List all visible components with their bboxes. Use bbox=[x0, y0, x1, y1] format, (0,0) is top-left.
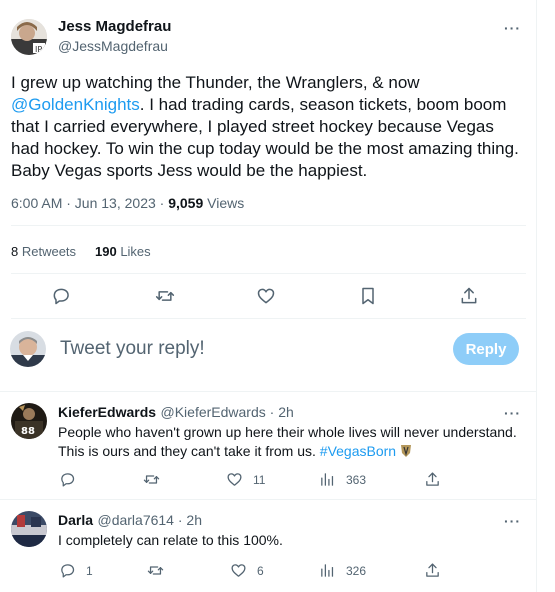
views-icon[interactable] bbox=[318, 470, 336, 488]
vgk-shield-icon bbox=[400, 444, 412, 463]
view-count: 326 bbox=[346, 564, 367, 578]
reply-icon[interactable] bbox=[58, 470, 76, 488]
reply-icon[interactable] bbox=[58, 561, 76, 579]
more-options-icon[interactable]: ··· bbox=[504, 405, 521, 421]
retweets-stat[interactable]: 8 Retweets bbox=[11, 244, 76, 259]
likes-label: Likes bbox=[116, 244, 151, 259]
author-name[interactable]: Jess Magdefrau bbox=[58, 18, 171, 35]
share-icon[interactable] bbox=[458, 285, 480, 307]
reply-text: People who haven't grown up here their w… bbox=[58, 424, 517, 459]
reply-input[interactable]: Tweet your reply! bbox=[60, 338, 205, 360]
likes-count: 190 bbox=[95, 244, 117, 259]
divider bbox=[11, 318, 526, 319]
tweet-thread: IP Jess Magdefrau @JessMagdefrau ··· I g… bbox=[0, 0, 537, 592]
reply-header: Darla @darla7614 · 2h bbox=[58, 512, 202, 530]
tweet-meta: 6:00 AM · Jun 13, 2023 · 9,059 Views bbox=[11, 195, 244, 211]
like-count: 11 bbox=[253, 473, 266, 487]
reply-icon[interactable] bbox=[50, 285, 72, 307]
share-icon[interactable] bbox=[423, 470, 441, 488]
share-icon[interactable] bbox=[423, 561, 441, 579]
divider bbox=[0, 499, 537, 500]
heart-icon[interactable] bbox=[225, 470, 243, 488]
views-icon[interactable] bbox=[318, 561, 336, 579]
tweet-text-start: I grew up watching the Thunder, the Wran… bbox=[11, 73, 420, 92]
views-label: Views bbox=[203, 195, 245, 211]
reply-author-name[interactable]: KieferEdwards bbox=[58, 404, 156, 420]
tweet-timestamp[interactable]: 6:00 AM · Jun 13, 2023 · bbox=[11, 195, 168, 211]
reply-count: 1 bbox=[86, 564, 93, 578]
author-handle[interactable]: @JessMagdefrau bbox=[58, 38, 168, 54]
reply-header: KieferEdwards @KieferEdwards · 2h bbox=[58, 404, 294, 422]
divider bbox=[11, 225, 526, 226]
retweets-label: Retweets bbox=[18, 244, 77, 259]
retweet-icon[interactable] bbox=[146, 561, 164, 579]
svg-text:88: 88 bbox=[21, 426, 35, 437]
reply-avatar[interactable]: 88 bbox=[11, 403, 47, 439]
divider bbox=[0, 391, 537, 392]
tweet-body: I grew up watching the Thunder, the Wran… bbox=[11, 72, 521, 182]
like-count: 6 bbox=[257, 564, 264, 578]
user-avatar[interactable] bbox=[10, 331, 46, 367]
reply-avatar[interactable] bbox=[11, 511, 47, 547]
author-avatar[interactable]: IP bbox=[11, 19, 47, 55]
more-options-icon[interactable]: ··· bbox=[504, 513, 521, 529]
divider bbox=[11, 273, 526, 274]
reply-author-handle[interactable]: @darla7614 · 2h bbox=[97, 512, 202, 528]
reply-author-handle[interactable]: @KieferEdwards · 2h bbox=[161, 404, 294, 420]
svg-text:IP: IP bbox=[35, 45, 42, 54]
retweet-icon[interactable] bbox=[142, 470, 160, 488]
bookmark-icon[interactable] bbox=[357, 285, 379, 307]
views-count: 9,059 bbox=[168, 195, 204, 211]
reply-author-name[interactable]: Darla bbox=[58, 512, 93, 528]
heart-icon[interactable] bbox=[229, 561, 247, 579]
more-options-icon[interactable]: ··· bbox=[504, 20, 521, 36]
mention-link[interactable]: @GoldenKnights bbox=[11, 95, 140, 114]
reply-body: People who haven't grown up here their w… bbox=[58, 423, 528, 463]
heart-icon[interactable] bbox=[255, 285, 277, 307]
reply-button[interactable]: Reply bbox=[453, 333, 519, 365]
retweet-icon[interactable] bbox=[154, 285, 176, 307]
view-count: 363 bbox=[346, 473, 367, 487]
hashtag-link[interactable]: #VegasBorn bbox=[320, 443, 396, 459]
likes-stat[interactable]: 190 Likes bbox=[95, 244, 151, 259]
reply-text: I completely can relate to this 100%. bbox=[58, 532, 283, 548]
